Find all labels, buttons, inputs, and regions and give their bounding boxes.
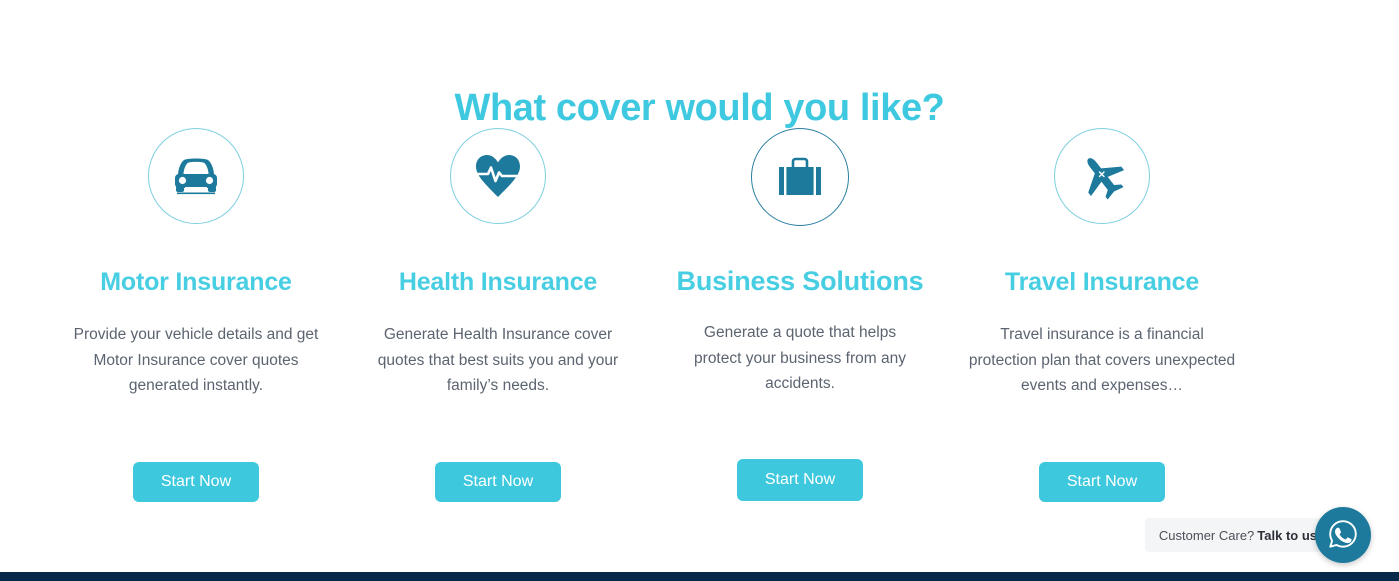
start-now-button-health[interactable]: Start Now: [435, 462, 561, 502]
talk-to-us-link[interactable]: Talk to us: [1257, 528, 1317, 543]
card-title: Motor Insurance: [100, 268, 292, 296]
page-title: What cover would you like?: [454, 87, 945, 130]
card-title: Business Solutions: [676, 266, 924, 296]
start-now-button-motor[interactable]: Start Now: [133, 462, 259, 502]
customer-care-label[interactable]: Customer Care? Talk to us: [1144, 518, 1333, 552]
card-description: Generate Health Insurance cover quotes t…: [377, 326, 619, 394]
page-root: What cover would you like? Motor Insuran…: [0, 0, 1399, 581]
customer-care-prompt: Customer Care?: [1158, 527, 1255, 543]
card-description: Travel insurance is a financial protecti…: [968, 326, 1236, 394]
whatsapp-icon: [1327, 518, 1359, 553]
card-title: Health Insurance: [398, 268, 598, 296]
start-now-button-business[interactable]: Start Now: [737, 459, 863, 501]
insurance-cards-grid: Motor Insurance Provide your vehicle det…: [45, 128, 1338, 502]
airplane-icon: [1054, 128, 1150, 224]
car-icon: [148, 128, 244, 224]
whatsapp-button[interactable]: [1315, 507, 1371, 563]
card-description: Generate a quote that helps protect your…: [694, 324, 906, 392]
heartbeat-icon: [450, 128, 546, 224]
card-business-solutions[interactable]: Business Solutions Generate a quote that…: [649, 128, 951, 501]
briefcase-icon: [751, 128, 849, 226]
card-travel-insurance[interactable]: Travel Insurance Travel insurance is a f…: [951, 128, 1253, 502]
footer-strip: [0, 572, 1399, 581]
card-description: Provide your vehicle details and get Mot…: [73, 326, 319, 394]
card-motor-insurance[interactable]: Motor Insurance Provide your vehicle det…: [45, 128, 347, 502]
card-health-insurance[interactable]: Health Insurance Generate Health Insuran…: [347, 128, 649, 502]
whatsapp-widget[interactable]: Customer Care? Talk to us: [1144, 507, 1371, 563]
card-title: Travel Insurance: [1004, 268, 1200, 296]
start-now-button-travel[interactable]: Start Now: [1039, 462, 1165, 502]
